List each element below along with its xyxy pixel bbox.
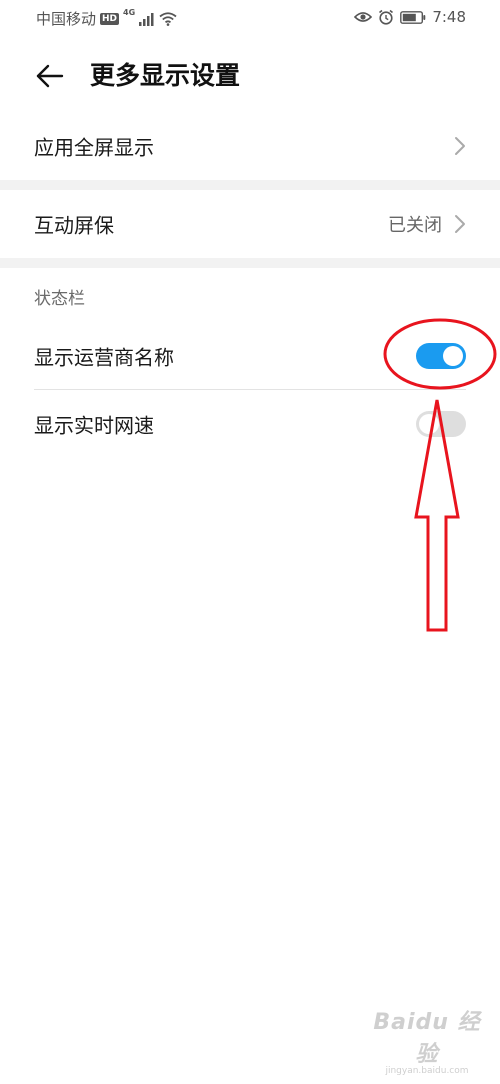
- chevron-right-icon: [455, 137, 465, 155]
- back-arrow-icon: [36, 64, 64, 88]
- toggle-knob: [419, 414, 439, 434]
- show-network-speed-row[interactable]: 显示实时网速: [0, 390, 500, 458]
- watermark-logo: Baidu 经验: [373, 1010, 481, 1067]
- fullscreen-display-row[interactable]: 应用全屏显示: [0, 112, 500, 180]
- hd-badge: HD: [100, 12, 120, 25]
- watermark-url: jingyan.baidu.com: [385, 1066, 469, 1076]
- toggle-knob: [443, 346, 463, 366]
- show-network-speed-toggle[interactable]: [416, 411, 466, 437]
- show-carrier-name-label: 显示运营商名称: [34, 345, 174, 370]
- chevron-right-icon: [455, 215, 465, 233]
- signal-icon: [139, 12, 154, 26]
- show-carrier-name-row[interactable]: 显示运营商名称: [0, 322, 500, 390]
- section-gap: [0, 180, 500, 190]
- interactive-screensaver-label: 互动屏保: [34, 213, 114, 238]
- network-type: 4G: [123, 8, 136, 17]
- battery-icon: [400, 10, 426, 24]
- back-button[interactable]: [32, 58, 68, 94]
- interactive-screensaver-row[interactable]: 互动屏保 已关闭: [0, 190, 500, 258]
- wifi-icon: [159, 11, 177, 26]
- eye-icon: [354, 12, 373, 22]
- page-title: 更多显示设置: [90, 61, 241, 90]
- show-network-speed-label: 显示实时网速: [34, 413, 154, 438]
- carrier-name: 中国移动: [36, 10, 97, 28]
- alarm-icon: [379, 9, 394, 25]
- status-bar-right: 7:48: [354, 8, 466, 26]
- status-bar: 中国移动 HD 4G 7:48: [0, 0, 500, 36]
- settings-screen: 中国移动 HD 4G 7:48 更多显示设置 应用全屏显示 互动屏保 已关闭 状…: [0, 0, 500, 1084]
- status-bar-section-title: 状态栏: [34, 289, 85, 309]
- baidu-watermark: Baidu 经验 jingyan.baidu.com: [372, 1004, 482, 1076]
- section-gap: [0, 258, 500, 268]
- screensaver-status: 已关闭: [388, 215, 442, 236]
- status-bar-left: 中国移动 HD 4G: [36, 8, 177, 29]
- fullscreen-display-label: 应用全屏显示: [34, 135, 154, 160]
- show-carrier-name-toggle[interactable]: [416, 343, 466, 369]
- clock-time: 7:48: [432, 8, 466, 26]
- page-header: 更多显示设置: [0, 48, 500, 104]
